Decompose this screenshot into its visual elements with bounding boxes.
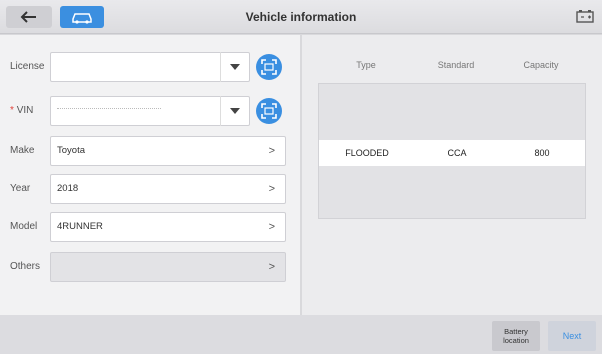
cell-type	[319, 166, 415, 192]
cell-standard	[415, 166, 499, 192]
vin-scan-button[interactable]	[256, 98, 282, 124]
chevron-right-icon: >	[268, 261, 275, 273]
chevron-down-icon	[229, 64, 240, 70]
cell-capacity	[499, 88, 585, 114]
battery-spec-panel: Type Standard Capacity FLOODED CCA 800	[302, 35, 602, 315]
table-row[interactable]	[319, 192, 585, 218]
vin-label: * VIN	[10, 93, 33, 129]
vin-row: * VIN	[0, 93, 300, 129]
model-value: 4RUNNER	[57, 221, 103, 232]
chevron-right-icon: >	[268, 183, 275, 195]
year-value: 2018	[57, 183, 79, 194]
cell-type	[319, 88, 415, 114]
make-value: Toyota	[57, 145, 85, 156]
page-title: Vehicle information	[245, 10, 357, 24]
table-row[interactable]	[319, 166, 585, 192]
chevron-right-icon: >	[268, 145, 275, 157]
license-label: License	[10, 61, 45, 72]
column-header-capacity: Capacity	[523, 60, 559, 70]
cell-standard	[415, 114, 499, 140]
battery-icon[interactable]	[576, 9, 594, 23]
cell-standard	[415, 88, 499, 114]
battery-table-body: FLOODED CCA 800	[318, 83, 586, 219]
battery-location-label-line2: location	[503, 336, 529, 345]
column-header-standard: Standard	[437, 60, 475, 70]
make-label: Make	[10, 145, 35, 156]
column-header-type: Type	[356, 60, 376, 70]
scan-icon	[261, 103, 277, 119]
chevron-down-icon	[229, 108, 240, 114]
next-button[interactable]: Next	[548, 321, 596, 351]
vin-dropdown-button[interactable]	[220, 96, 248, 126]
license-dropdown-button[interactable]	[220, 52, 248, 82]
others-row: Others >	[0, 249, 300, 285]
year-label: Year	[10, 183, 31, 194]
model-label: Model	[10, 221, 38, 232]
model-selector[interactable]: 4RUNNER >	[50, 212, 286, 242]
year-row: Year 2018 >	[0, 171, 300, 207]
others-label: Others	[10, 261, 41, 272]
license-row: License	[0, 49, 300, 85]
others-selector[interactable]: >	[50, 252, 286, 282]
cell-capacity: 800	[534, 148, 550, 158]
bottom-bar: Battery location Next	[0, 315, 602, 354]
cell-capacity	[499, 166, 585, 192]
cell-standard: CCA	[447, 148, 467, 158]
cell-capacity	[499, 192, 585, 218]
battery-location-label-line1: Battery	[504, 327, 528, 336]
license-scan-button[interactable]	[256, 54, 282, 80]
vin-placeholder-line	[57, 108, 161, 111]
battery-location-button[interactable]: Battery location	[492, 321, 540, 351]
make-row: Make Toyota >	[0, 133, 300, 169]
table-row-selected[interactable]: FLOODED CCA 800	[319, 140, 585, 166]
battery-table: Type Standard Capacity FLOODED CCA 800	[318, 49, 586, 219]
chevron-right-icon: >	[268, 221, 275, 233]
scan-icon	[261, 59, 277, 75]
table-row[interactable]	[319, 88, 585, 114]
cell-capacity	[499, 114, 585, 140]
cell-standard	[415, 192, 499, 218]
table-row[interactable]	[319, 114, 585, 140]
year-selector[interactable]: 2018 >	[50, 174, 286, 204]
top-bar: Vehicle information	[0, 0, 602, 34]
cell-type	[319, 114, 415, 140]
vin-label-text: VIN	[16, 105, 34, 116]
cell-type	[319, 192, 415, 218]
required-mark: *	[10, 105, 14, 116]
cell-type: FLOODED	[345, 148, 389, 158]
make-selector[interactable]: Toyota >	[50, 136, 286, 166]
model-row: Model 4RUNNER >	[0, 209, 300, 245]
vehicle-form: License * VIN Make Toyota > Year 2018 > …	[0, 35, 300, 315]
